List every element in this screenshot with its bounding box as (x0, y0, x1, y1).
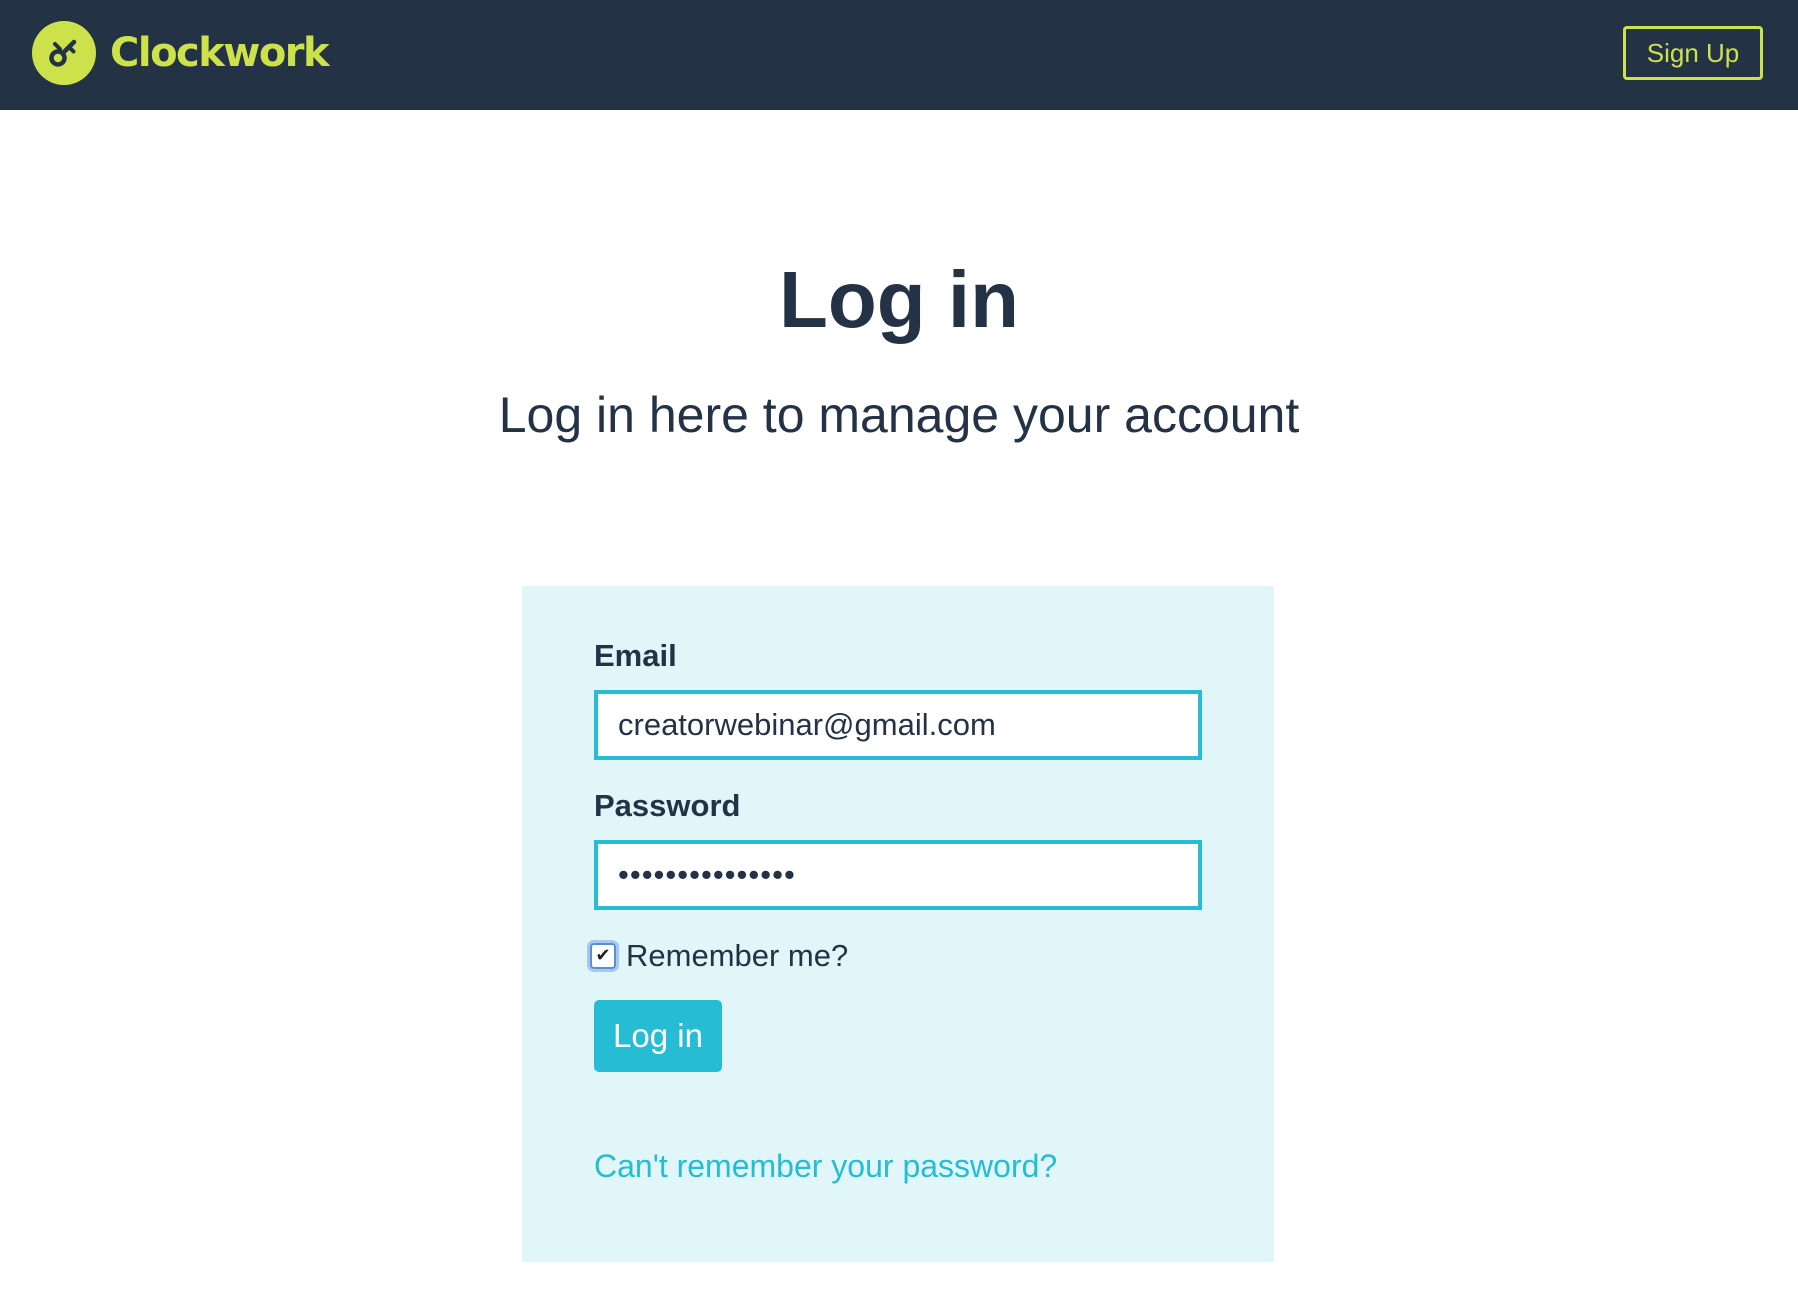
remember-me-row[interactable]: ✔ Remember me? (590, 938, 848, 974)
log-in-button[interactable]: Log in (594, 1000, 722, 1072)
password-label: Password (594, 788, 741, 823)
top-navbar: Clockwork Sign Up (0, 0, 1798, 110)
remember-me-label[interactable]: Remember me? (626, 938, 848, 974)
login-form-card: Email Password ✔ Remember me? Log in Can… (522, 586, 1274, 1262)
forgot-password-link[interactable]: Can't remember your password? (594, 1148, 1057, 1185)
page-title: Log in (779, 255, 1019, 344)
password-field[interactable] (594, 840, 1202, 910)
brand-logo[interactable]: Clockwork (32, 21, 330, 85)
page-subtitle: Log in here to manage your account (498, 387, 1300, 443)
clockwork-key-icon (32, 21, 96, 85)
brand-name: Clockwork (110, 30, 330, 76)
remember-me-checkbox[interactable]: ✔ (590, 943, 616, 969)
email-field[interactable] (594, 690, 1202, 760)
sign-up-button[interactable]: Sign Up (1623, 26, 1763, 80)
email-label: Email (594, 638, 677, 673)
